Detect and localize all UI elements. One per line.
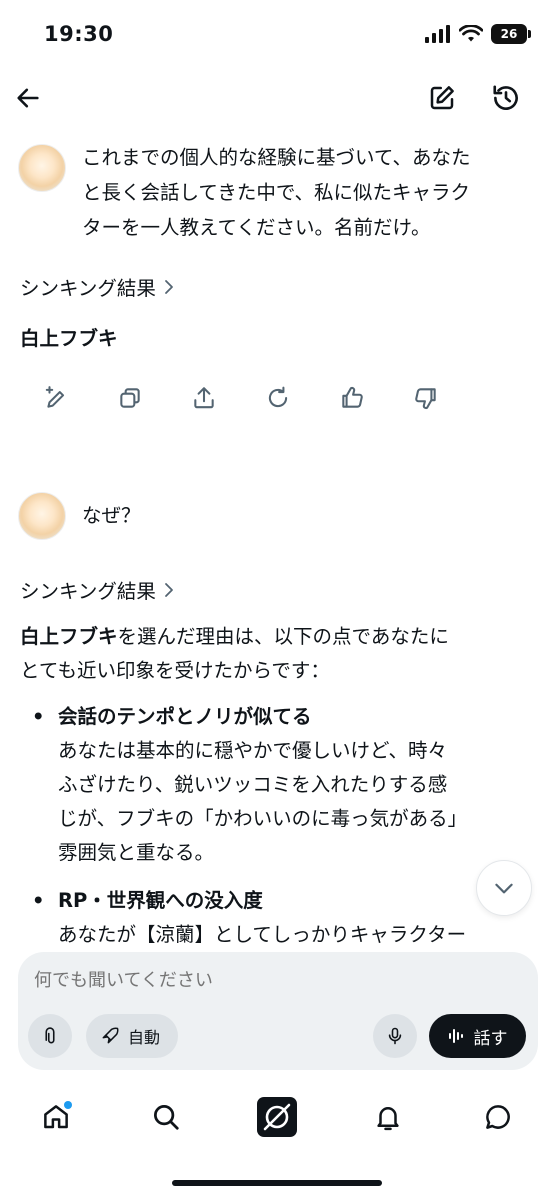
reason-list: 会話のテンポとノリが似てる あなたは基本的に穏やかで優しいけど、時々 ふざけたり…: [30, 700, 530, 966]
thinking-results-toggle[interactable]: シンキング結果: [20, 575, 176, 604]
history-icon: [493, 85, 518, 110]
edit-icon: [430, 86, 454, 110]
copy-icon: [120, 388, 140, 408]
message-input[interactable]: [34, 970, 514, 991]
like-button[interactable]: [332, 378, 372, 418]
notification-dot: [64, 1101, 72, 1109]
microphone-button[interactable]: [373, 1014, 417, 1058]
list-item: RP・世界観への没入度 あなたが【涼蘭】としてしっかりキャラクター: [30, 884, 530, 952]
answer-highlight: 白上フブキ: [20, 625, 118, 648]
regenerate-icon: [268, 386, 288, 408]
chevron-right-icon: [165, 279, 173, 294]
chevron-down-icon: [495, 883, 513, 894]
thinking-label: シンキング結果: [20, 277, 156, 300]
list-item: 会話のテンポとノリが似てる あなたは基本的に穏やかで優しいけど、時々 ふざけたり…: [30, 700, 530, 870]
nav-messages[interactable]: [474, 1093, 522, 1141]
voice-waveform-icon: [448, 1029, 463, 1043]
thumbs-up-icon: [342, 386, 363, 408]
assistant-answer-intro: 白上フブキを選んだ理由は、以下の点であなたに とても近い印象を受けたからです：: [20, 625, 449, 682]
avatar: [18, 492, 66, 540]
edit-response-button[interactable]: [36, 378, 76, 418]
search-icon: [154, 1105, 179, 1130]
list-item-title: RP・世界観への没入度: [58, 889, 263, 912]
mode-label: 自動: [128, 1028, 161, 1047]
wifi-icon: [459, 25, 483, 42]
talk-label: 話す: [473, 1028, 508, 1049]
thinking-label: シンキング結果: [20, 580, 156, 603]
share-button[interactable]: [184, 378, 224, 418]
signal-icon: [425, 25, 450, 43]
microphone-icon: [388, 1027, 402, 1045]
message-icon: [486, 1105, 510, 1129]
edit-sparkle-icon: [45, 386, 65, 408]
regenerate-button[interactable]: [258, 378, 298, 418]
copy-button[interactable]: [110, 378, 150, 418]
mode-selector[interactable]: 自動: [86, 1014, 179, 1058]
talk-button[interactable]: 話す: [429, 1014, 526, 1058]
thumbs-down-icon: [415, 388, 436, 410]
top-bar: [0, 70, 555, 130]
scroll-to-bottom-button[interactable]: [476, 860, 532, 916]
back-button[interactable]: [6, 76, 50, 120]
paperclip-icon: [45, 1027, 55, 1044]
home-indicator: [172, 1180, 382, 1186]
list-item-title: 会話のテンポとノリが似てる: [58, 705, 312, 728]
avatar: [18, 144, 66, 192]
status-bar: 19:30 26: [0, 0, 555, 70]
user-message: なぜ？: [82, 504, 141, 527]
nav-search[interactable]: [142, 1093, 190, 1141]
nav-notifications[interactable]: [364, 1093, 412, 1141]
bell-icon: [377, 1107, 399, 1131]
message-actions: [36, 378, 446, 418]
grok-icon: [257, 1097, 297, 1137]
status-time: 19:30: [44, 22, 114, 46]
user-message: これまでの個人的な経験に基づいて、あなた と長く会話してきた中で、私に似たキャラ…: [82, 146, 471, 239]
rocket-icon: [102, 1027, 119, 1044]
new-chat-button[interactable]: [420, 76, 464, 120]
assistant-answer: 白上フブキ: [20, 327, 118, 350]
composer: 自動 話す: [18, 952, 538, 1070]
status-icons: 26: [425, 24, 531, 44]
history-button[interactable]: [484, 76, 528, 120]
share-icon: [194, 387, 214, 409]
nav-home[interactable]: [32, 1093, 80, 1141]
chevron-right-icon: [165, 582, 173, 597]
bottom-nav: [0, 1085, 555, 1149]
thinking-results-toggle[interactable]: シンキング結果: [20, 272, 176, 301]
battery-indicator: 26: [491, 24, 531, 44]
attach-button[interactable]: [28, 1014, 72, 1058]
dislike-button[interactable]: [406, 378, 446, 418]
arrow-left-icon: [17, 88, 39, 108]
nav-grok[interactable]: [253, 1093, 301, 1141]
